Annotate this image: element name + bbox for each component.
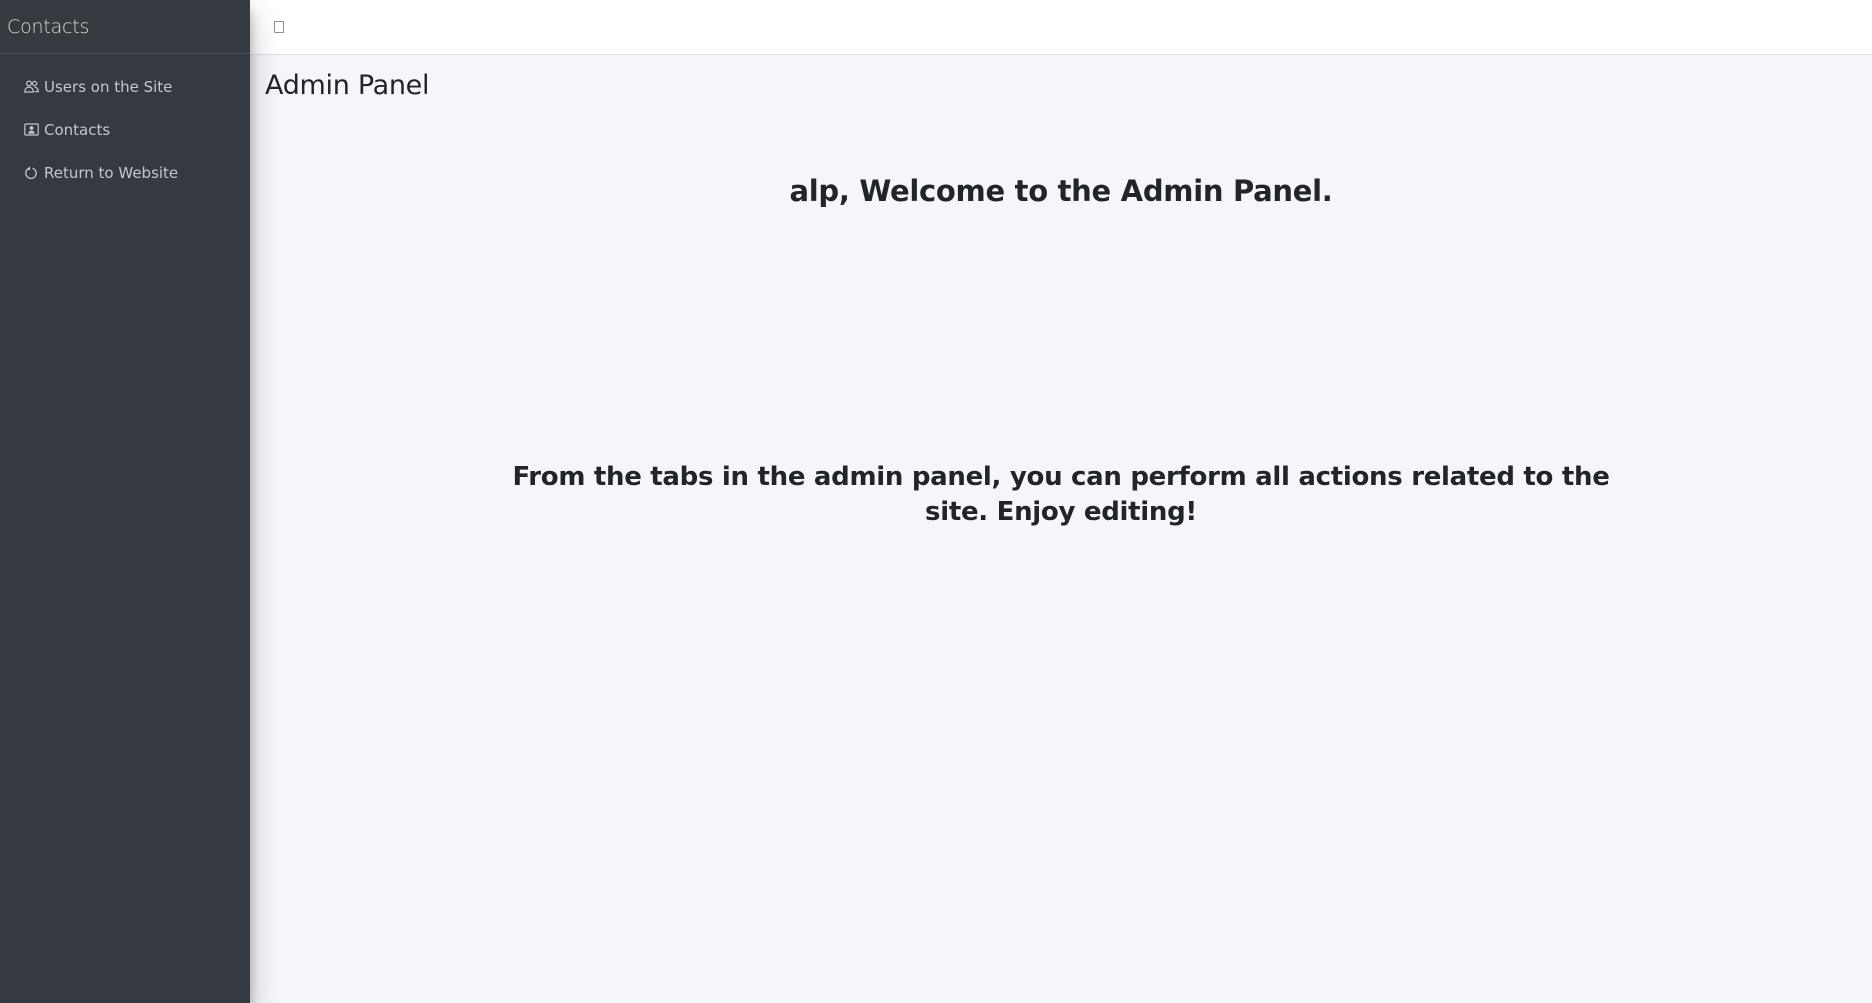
refresh-icon bbox=[23, 165, 39, 181]
sidebar-nav: Users on the Site Contacts Return to Web… bbox=[0, 54, 250, 194]
sidebar-item-users[interactable]: Users on the Site bbox=[0, 65, 250, 108]
page-title: Admin Panel bbox=[265, 70, 430, 101]
sidebar: Contacts Users on the Site Contacts Retu… bbox=[0, 0, 250, 1003]
main-content: Admin Panel alp, Welcome to the Admin Pa… bbox=[250, 55, 1872, 1003]
brand-text: Contacts bbox=[7, 15, 90, 38]
sidebar-item-label: Users on the Site bbox=[44, 77, 173, 96]
sidebar-item-contacts[interactable]: Contacts bbox=[0, 108, 250, 151]
users-icon bbox=[23, 79, 39, 95]
contact-card-icon bbox=[23, 122, 39, 138]
menu-toggle-icon[interactable] bbox=[274, 21, 284, 33]
sidebar-item-return[interactable]: Return to Website bbox=[0, 151, 250, 194]
sidebar-item-label: Return to Website bbox=[44, 163, 179, 182]
sidebar-item-label: Contacts bbox=[44, 120, 111, 139]
info-text: From the tabs in the admin panel, you ca… bbox=[512, 462, 1610, 527]
welcome-heading: alp, Welcome to the Admin Panel. bbox=[789, 174, 1333, 208]
top-navbar bbox=[250, 0, 1872, 55]
brand-link[interactable]: Contacts bbox=[0, 0, 250, 54]
